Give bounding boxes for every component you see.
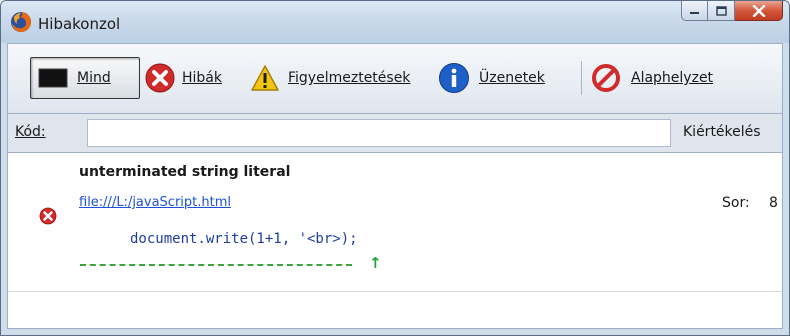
message-list[interactable]: unterminated string literal file:///L:/j… <box>7 153 783 329</box>
line-number: 8 <box>769 195 778 211</box>
source-code-line: document.write(1+1, '<br>); <box>130 231 358 247</box>
list-item[interactable]: unterminated string literal file:///L:/j… <box>8 153 782 292</box>
error-icon <box>39 207 57 225</box>
filter-errors-button[interactable]: Hibák <box>144 57 244 99</box>
code-input[interactable] <box>87 119 671 147</box>
title-bar[interactable]: Hibakonzol <box>1 1 789 43</box>
line-label: Sor: <box>722 195 750 211</box>
filter-all-label: Mind <box>77 70 111 86</box>
minimize-icon <box>690 12 699 14</box>
filter-all-button[interactable]: Mind <box>30 57 140 99</box>
info-icon <box>439 63 469 93</box>
evaluate-button[interactable]: Kiértékelés <box>683 124 761 140</box>
warning-icon <box>251 65 279 91</box>
toolbar-separator <box>581 61 582 95</box>
error-console-window: Hibakonzol Mind Hibák Figyelmeztetések Ü… <box>0 0 790 336</box>
clear-label: Alaphelyzet <box>631 70 714 86</box>
filter-errors-label: Hibák <box>182 70 222 86</box>
maximize-button[interactable] <box>708 1 735 21</box>
filter-messages-label: Üzenetek <box>479 70 545 86</box>
error-icon <box>145 63 175 93</box>
window-controls <box>681 1 783 23</box>
filter-messages-button[interactable]: Üzenetek <box>438 57 584 99</box>
maximize-icon <box>715 5 727 16</box>
minimize-button[interactable] <box>681 1 708 21</box>
error-message: unterminated string literal <box>79 164 291 180</box>
no-entry-icon <box>592 64 620 92</box>
clear-button[interactable]: Alaphelyzet <box>591 57 741 99</box>
source-link[interactable]: file:///L:/javaScript.html <box>79 195 231 210</box>
code-bar: Kód: Kiértékelés <box>7 113 783 153</box>
filter-toolbar: Mind Hibák Figyelmeztetések Üzenetek Ala… <box>7 43 783 113</box>
error-pointer-icon: ↑ <box>369 254 382 272</box>
code-label: Kód: <box>15 124 46 140</box>
monitor-icon <box>38 68 68 88</box>
close-button[interactable] <box>735 1 783 21</box>
firefox-icon <box>11 12 31 32</box>
filter-warnings-label: Figyelmeztetések <box>288 70 411 86</box>
close-icon <box>752 4 765 17</box>
error-underline <box>80 264 352 266</box>
window-title: Hibakonzol <box>38 15 121 33</box>
filter-warnings-button[interactable]: Figyelmeztetések <box>250 57 436 99</box>
